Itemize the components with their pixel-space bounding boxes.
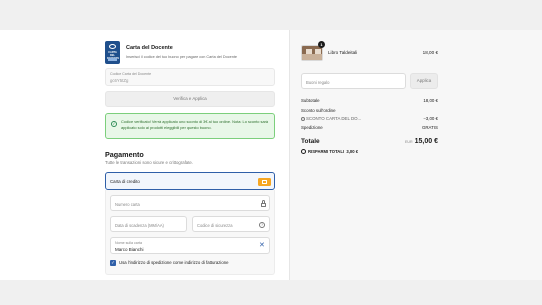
quantity-badge: 1 [318,41,325,48]
carta-title: Carta del Docente [126,45,173,51]
billing-checkbox-label: Usa l'indirizzo di spedizione come indir… [119,260,229,265]
savings-tag-icon [301,149,306,154]
carta-code-label: Codice Carta del Docente [110,72,152,76]
subtotal-label: Subtotale [301,98,320,103]
order-summary-column [290,30,542,280]
carta-code-value: gc6Y5tZg [110,78,129,83]
gift-card-placeholder: Buoni regalo [306,79,330,85]
billing-checkbox[interactable]: ✓ [110,259,116,266]
cvv-placeholder: Codice di sicurezza [197,222,233,228]
discount-value: −3,00 € [423,116,438,121]
billing-same-as-shipping[interactable]: ✓ Usa l'indirizzo di spedizione come ind… [110,259,275,267]
verify-apply-button[interactable]: Verifica e Applica [105,91,275,107]
total-savings: RISPARMI TOTALI 3,00 € [301,149,358,154]
gift-card-input[interactable]: Buoni regalo [301,73,406,89]
name-on-card-value: Marco Bianchi [115,246,144,252]
total-label: Totale [301,138,320,145]
savings-value: 3,00 € [346,149,359,154]
credit-card-option[interactable]: Carta di credito [105,172,275,190]
expiry-date-field[interactable]: Data di scadenza (MM/AA) [110,216,187,232]
carta-subtitle: Inserisci il codice del tuo buono per pa… [126,55,238,59]
shipping-label: Spedizione [301,125,323,130]
savings-label: RISPARMI TOTALI [308,149,345,154]
shipping-value: GRATIS [421,125,438,130]
expiry-placeholder: Data di scadenza (MM/AA) [115,222,164,228]
card-number-field[interactable]: Numero carta [110,195,270,211]
product-name: Libro Taldeitali [328,50,358,55]
carta-code-field[interactable]: Codice Carta del Docente gc6Y5tZg [105,68,275,86]
tag-icon [301,116,305,121]
clear-icon[interactable]: ✕ [259,241,265,250]
credit-card-icon [258,178,271,186]
payment-title: Pagamento [105,150,144,159]
total-currency: EUR [405,140,413,144]
name-on-card-label: Nome sulla carta [115,240,142,245]
emblem-icon [109,44,116,49]
payment-subtitle: Tutte le transazioni sono sicure e critt… [105,160,193,165]
lock-icon [260,200,266,207]
check-circle-icon: ✓ [111,121,117,127]
product-price: 18,00 € [422,50,438,55]
order-discount-label: Sconto sull'ordine [301,108,336,113]
carta-del-docente-logo: CARTA DEL DOCENTE [105,41,120,64]
discount-tag: SCONTO CARTA DEL DO... [306,116,362,121]
card-number-placeholder: Numero carta [115,201,140,207]
name-on-card-field[interactable]: Nome sulla carta Marco Bianchi ✕ [110,237,270,254]
success-message: Codice verificato! Verrà applicato uno s… [121,119,269,130]
subtotal-value: 18,00 € [423,98,438,103]
security-code-field[interactable]: Codice di sicurezza ? [192,216,270,232]
total-value: 15,00 € [414,138,438,145]
help-icon[interactable]: ? [259,221,265,228]
credit-card-label: Carta di credito [110,179,140,184]
apply-button[interactable]: Applica [410,73,438,89]
verification-success-banner: ✓ Codice verificato! Verrà applicato uno… [105,113,275,139]
